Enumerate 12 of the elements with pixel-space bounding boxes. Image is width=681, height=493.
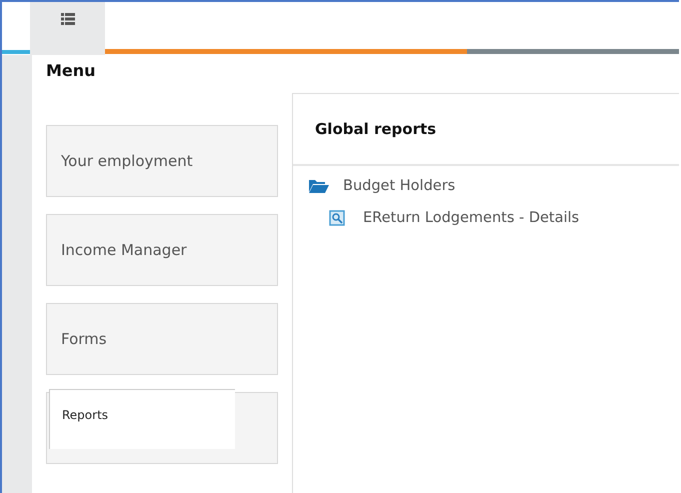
tree-item[interactable]: Budget Holders: [309, 178, 679, 194]
menu-item[interactable]: Your employment: [46, 125, 278, 197]
report-icon: [329, 210, 345, 226]
tab[interactable]: [30, 2, 105, 49]
folder-icon: [309, 179, 329, 193]
menu-item[interactable]: Reports: [46, 392, 278, 464]
menu-title: Menu: [45, 60, 97, 82]
tree-item[interactable]: EReturn Lodgements - Details: [309, 210, 679, 226]
list-icon: [60, 12, 74, 26]
panel-title: Global reports: [293, 94, 679, 166]
menu-item[interactable]: Forms: [46, 303, 278, 375]
menu-item[interactable]: Income Manager: [46, 214, 278, 286]
